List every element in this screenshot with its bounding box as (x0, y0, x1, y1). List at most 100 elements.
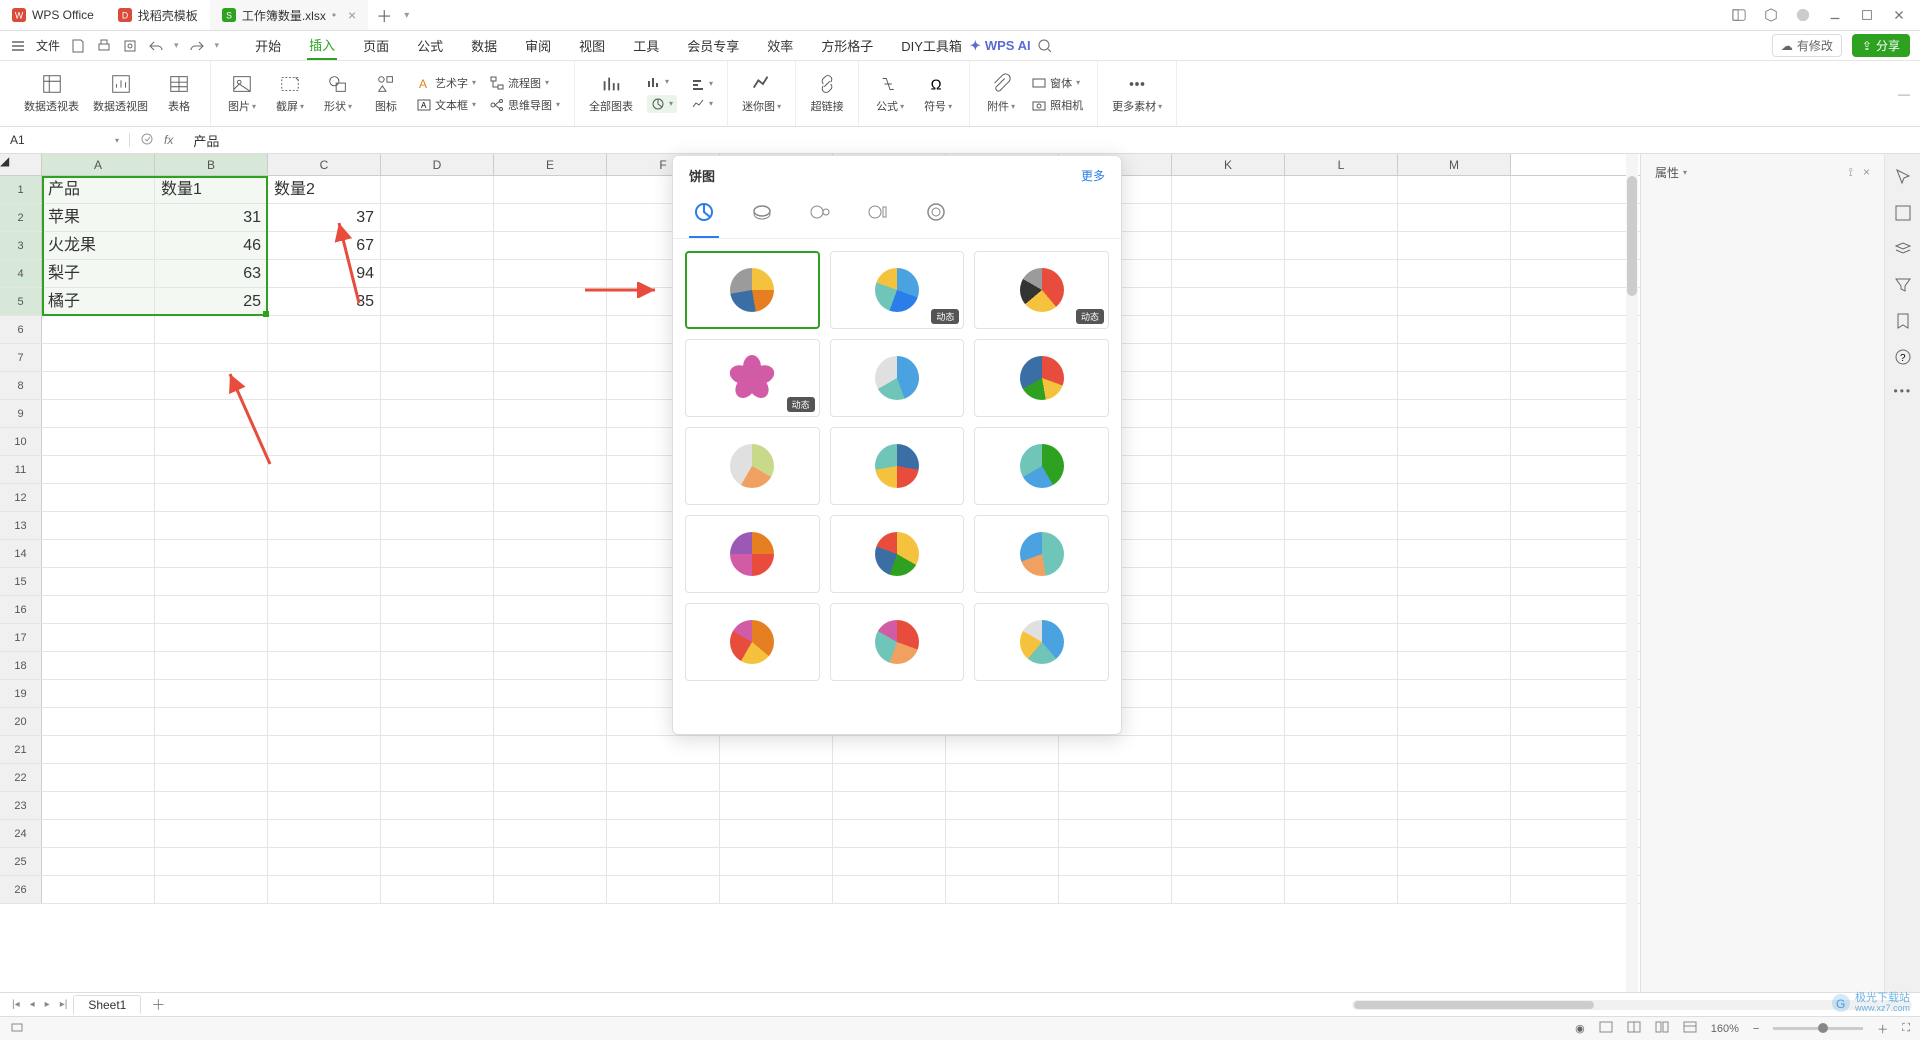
cell[interactable] (268, 316, 381, 343)
cell[interactable]: 数量1 (155, 176, 268, 203)
vscrollbar[interactable] (1626, 154, 1638, 992)
cell[interactable] (268, 568, 381, 595)
pie-tab-doughnut-of-pie[interactable] (805, 195, 835, 238)
cell[interactable] (381, 176, 494, 203)
cell[interactable] (155, 512, 268, 539)
layers-tool-icon[interactable] (1894, 240, 1912, 258)
hamburger-icon[interactable] (10, 38, 26, 54)
cell[interactable] (1172, 540, 1285, 567)
cell[interactable] (1285, 876, 1398, 903)
form-control-button[interactable]: 窗体▾ (1032, 75, 1083, 91)
cell[interactable] (494, 512, 607, 539)
cell[interactable] (381, 624, 494, 651)
cell[interactable] (946, 764, 1059, 791)
close-panel-icon[interactable]: × (1863, 165, 1870, 180)
hyperlink-button[interactable]: 超链接 (810, 73, 844, 114)
cell[interactable] (381, 708, 494, 735)
row-header[interactable]: 23 (0, 792, 42, 819)
cell[interactable] (155, 372, 268, 399)
menu-item-开始[interactable]: 开始 (253, 32, 283, 59)
row-header[interactable]: 9 (0, 400, 42, 427)
cell[interactable] (1059, 848, 1172, 875)
camera-button[interactable]: 照相机 (1032, 97, 1083, 113)
cell[interactable] (1172, 652, 1285, 679)
cell[interactable] (1172, 484, 1285, 511)
cell[interactable] (268, 764, 381, 791)
save-icon[interactable] (70, 38, 86, 54)
chart-template-item[interactable] (685, 427, 820, 505)
cell[interactable] (494, 400, 607, 427)
cell[interactable] (946, 820, 1059, 847)
cell[interactable] (155, 596, 268, 623)
view-reading-icon[interactable] (1683, 1020, 1697, 1037)
cell[interactable] (833, 764, 946, 791)
cell[interactable] (494, 820, 607, 847)
cell[interactable] (494, 876, 607, 903)
vscroll-thumb[interactable] (1627, 176, 1637, 296)
chevron-down-icon[interactable]: ▾ (1683, 168, 1687, 177)
cell[interactable] (1398, 484, 1511, 511)
cell[interactable] (381, 652, 494, 679)
cell[interactable] (494, 596, 607, 623)
row-header[interactable]: 18 (0, 652, 42, 679)
zoom-thumb[interactable] (1818, 1023, 1828, 1033)
cell[interactable] (946, 736, 1059, 763)
add-sheet-button[interactable]: ＋ (143, 995, 173, 1015)
cell[interactable] (42, 512, 155, 539)
cell[interactable] (494, 176, 607, 203)
cell[interactable] (607, 764, 720, 791)
cell[interactable]: 37 (268, 204, 381, 231)
row-header[interactable]: 21 (0, 736, 42, 763)
cell[interactable] (381, 232, 494, 259)
cell[interactable]: 94 (268, 260, 381, 287)
chart-bar-mini[interactable]: ▾ (647, 75, 677, 89)
filter-tool-icon[interactable] (1894, 276, 1912, 294)
cell[interactable] (494, 624, 607, 651)
cell[interactable] (1398, 232, 1511, 259)
sparkline-button[interactable]: 迷你图▾ (742, 73, 781, 114)
chart-template-item[interactable] (830, 603, 965, 681)
cell[interactable]: 苹果 (42, 204, 155, 231)
cell[interactable] (1398, 288, 1511, 315)
row-header[interactable]: 14 (0, 540, 42, 567)
row-header[interactable]: 24 (0, 820, 42, 847)
avatar-icon[interactable] (1796, 8, 1810, 22)
cell[interactable] (833, 736, 946, 763)
cell[interactable] (42, 652, 155, 679)
cell[interactable] (1172, 288, 1285, 315)
cell[interactable] (1172, 736, 1285, 763)
all-charts-button[interactable]: 全部图表 (589, 73, 633, 114)
menu-item-工具[interactable]: 工具 (631, 32, 661, 59)
equation-button[interactable]: 公式▾ (873, 73, 907, 114)
cell[interactable] (1172, 792, 1285, 819)
cell[interactable] (494, 428, 607, 455)
cell[interactable] (1285, 260, 1398, 287)
app-tab-wps[interactable]: W WPS Office (0, 0, 106, 30)
cell[interactable] (946, 848, 1059, 875)
hscrollbar[interactable] (1352, 1000, 1912, 1010)
col-header[interactable]: K (1172, 154, 1285, 175)
bookmark-tool-icon[interactable] (1894, 312, 1912, 330)
view-pagebreak-icon[interactable] (1627, 1020, 1641, 1037)
cell[interactable] (720, 876, 833, 903)
cell[interactable] (494, 848, 607, 875)
cell[interactable] (720, 736, 833, 763)
cell[interactable]: 35 (268, 288, 381, 315)
cell[interactable] (494, 680, 607, 707)
panel-icon[interactable] (1732, 8, 1746, 22)
menu-item-数据[interactable]: 数据 (469, 32, 499, 59)
maximize-icon[interactable] (1860, 8, 1874, 22)
cell[interactable] (494, 484, 607, 511)
col-header[interactable]: D (381, 154, 494, 175)
cell[interactable] (155, 652, 268, 679)
cell[interactable] (381, 372, 494, 399)
cell[interactable] (1398, 316, 1511, 343)
share-button[interactable]: ⇪ 分享 (1852, 34, 1910, 57)
col-header[interactable]: A (42, 154, 155, 175)
cell[interactable] (1172, 316, 1285, 343)
cell[interactable] (494, 792, 607, 819)
cell[interactable] (607, 792, 720, 819)
menu-item-会员专享[interactable]: 会员专享 (685, 32, 741, 59)
icons-button[interactable]: 图标 (369, 73, 403, 114)
formula-input[interactable]: 产品 (183, 131, 1920, 150)
